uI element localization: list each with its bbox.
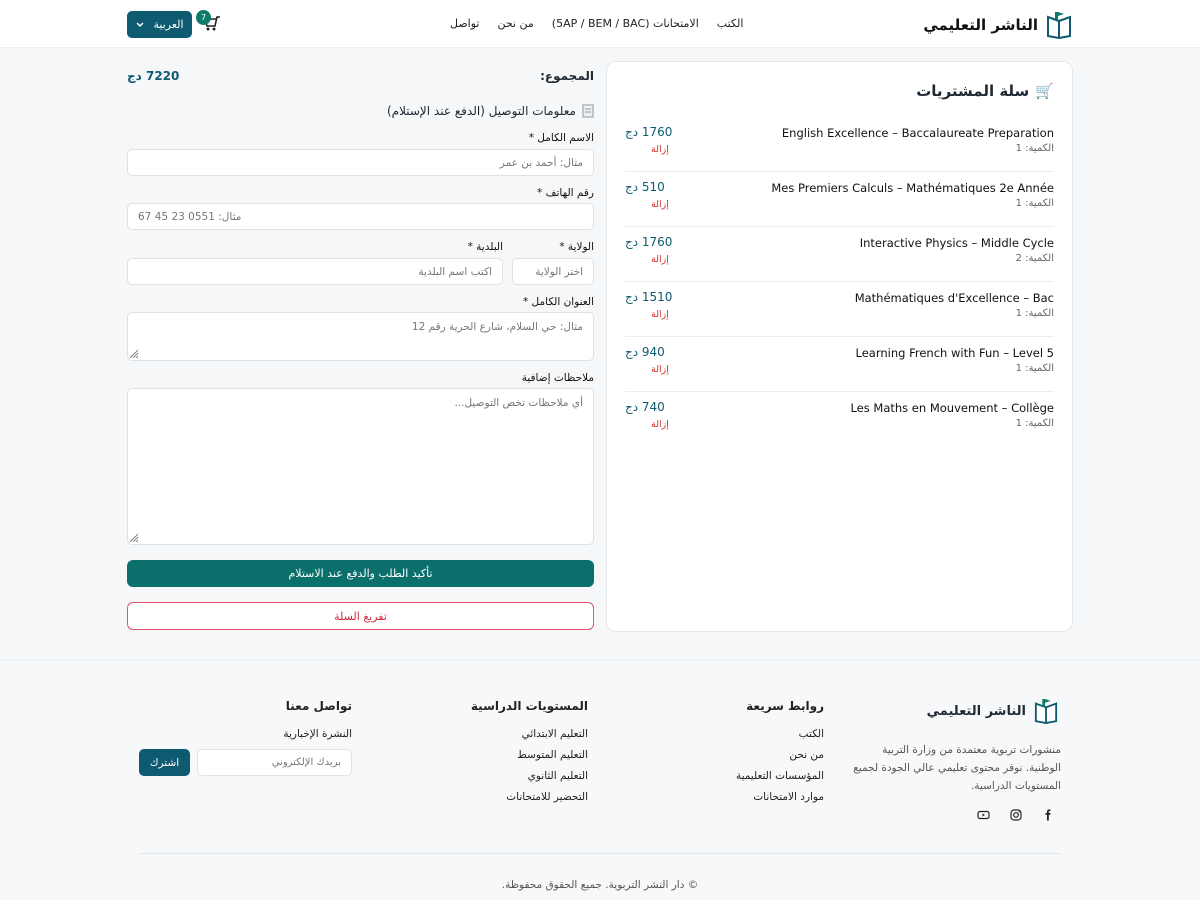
newsletter-label: النشرة الإخبارية — [283, 728, 352, 740]
social-links — [977, 809, 1054, 821]
item-name: Interactive Physics – Middle Cycle — [859, 236, 1054, 250]
receipt-icon — [582, 104, 594, 118]
full-name-input[interactable]: مثال: أحمد بن عمر — [127, 149, 594, 176]
cart-item: Mes Premiers Calculs – Mathématiques 2e … — [625, 172, 1054, 227]
item-price: 510 دج — [625, 180, 665, 194]
cart-item: English Excellence – Baccalaureate Prepa… — [625, 117, 1054, 172]
item-name: English Excellence – Baccalaureate Prepa… — [781, 126, 1054, 140]
main-nav: الكتب الامتحانات (5AP / BEM / BAC) من نح… — [450, 17, 743, 30]
notes-label: ملاحظات إضافية — [521, 372, 594, 384]
resize-grip-icon[interactable] — [130, 350, 138, 358]
notes-textarea[interactable]: أي ملاحظات تخص التوصيل... — [127, 388, 594, 545]
footer-description: منشورات تربوية معتمدة من وزارة التربية ا… — [853, 744, 1061, 792]
commune-input[interactable]: اكتب اسم البلدية — [127, 258, 503, 285]
brand-name: الناشر التعليمي — [923, 16, 1038, 34]
resize-grip-icon[interactable] — [130, 534, 138, 542]
item-quantity: الكمية: 1 — [1015, 418, 1054, 429]
wilaya-label: الولاية * — [559, 241, 594, 253]
quick-links-title: روابط سريعة — [746, 699, 824, 713]
item-name: Mathématiques d'Excellence – Bac — [854, 291, 1054, 305]
address-placeholder: مثال: حي السلام، شارع الحرية رقم 12 — [411, 321, 583, 333]
nav-item-about[interactable]: من نحن — [497, 17, 533, 30]
cart-item: Les Maths en Mouvement – Collège الكمية:… — [625, 392, 1054, 447]
chevron-down-icon — [136, 21, 144, 27]
commune-label: البلدية * — [467, 241, 503, 253]
brand[interactable]: الناشر التعليمي — [923, 11, 1072, 39]
confirm-order-button[interactable]: تأكيد الطلب والدفع عند الاستلام — [127, 560, 594, 587]
cart-title-icon: 🛒 — [1035, 82, 1054, 100]
quick-links-column: روابط سريعة الكتب من نحن المؤسسات التعلي… — [736, 699, 824, 812]
cart-item: Learning French with Fun – Level 5 الكمي… — [625, 337, 1054, 392]
facebook-icon[interactable] — [1042, 809, 1054, 821]
notes-placeholder: أي ملاحظات تخص التوصيل... — [454, 397, 583, 409]
address-label: العنوان الكامل * — [522, 296, 594, 308]
footer-brand[interactable]: الناشر التعليمي — [927, 697, 1058, 725]
item-quantity: الكمية: 1 — [1015, 198, 1054, 209]
footer: الناشر التعليمي منشورات تربوية معتمدة من… — [0, 660, 1200, 900]
footer-divider — [139, 853, 1061, 854]
remove-item-button[interactable]: إزالة — [651, 144, 669, 155]
item-name: Learning French with Fun – Level 5 — [855, 346, 1054, 360]
item-name: Les Maths en Mouvement – Collège — [850, 401, 1054, 415]
cart-item: Interactive Physics – Middle Cycle الكمي… — [625, 227, 1054, 282]
cart-count-badge: 7 — [196, 10, 211, 25]
subscribe-button[interactable]: اشترك — [139, 749, 190, 776]
clear-cart-button[interactable]: تفريغ السلة — [127, 602, 594, 630]
total-value: 7220 دج — [127, 69, 180, 83]
item-price: 740 دج — [625, 400, 665, 414]
footer-brand-name: الناشر التعليمي — [926, 703, 1026, 719]
total-label: المجموع: — [540, 69, 594, 83]
youtube-icon[interactable] — [977, 809, 990, 821]
item-price: 1510 دج — [625, 290, 673, 304]
book-logo-icon — [1047, 12, 1071, 39]
remove-item-button[interactable]: إزالة — [651, 199, 669, 210]
contact-title: تواصل معنا — [285, 699, 352, 713]
footer-link-institutions[interactable]: المؤسسات التعليمية — [736, 770, 824, 782]
instagram-icon[interactable] — [1010, 809, 1022, 821]
item-price: 1760 دج — [625, 125, 673, 139]
item-quantity: الكمية: 1 — [1015, 143, 1054, 154]
footer-link-books[interactable]: الكتب — [736, 728, 824, 740]
wilaya-select[interactable]: اختر الولاية — [512, 258, 594, 285]
item-name: Mes Premiers Calculs – Mathématiques 2e … — [771, 181, 1054, 195]
phone-label: رقم الهاتف * — [537, 187, 594, 199]
nav-item-contact[interactable]: تواصل — [450, 17, 479, 30]
book-logo-icon — [1034, 699, 1058, 724]
top-header: الناشر التعليمي الكتب الامتحانات (5AP / … — [0, 0, 1200, 48]
footer-link-exam-prep[interactable]: التحضير للامتحانات — [471, 791, 588, 803]
delivery-section-title: معلومات التوصيل (الدفع عند الإستلام) — [387, 104, 594, 118]
item-quantity: الكمية: 1 — [1015, 308, 1054, 319]
levels-title: المستويات الدراسية — [470, 699, 588, 713]
cart-panel: 🛒 سلة المشتريات English Excellence – Bac… — [606, 61, 1073, 632]
language-label: العربية — [153, 18, 184, 31]
footer-link-exam-resources[interactable]: موارد الامتحانات — [736, 791, 824, 803]
item-price: 1760 دج — [625, 235, 673, 249]
cart-title: 🛒 سلة المشتريات — [916, 82, 1054, 100]
footer-link-primary[interactable]: التعليم الابتدائي — [471, 728, 588, 740]
remove-item-button[interactable]: إزالة — [651, 309, 669, 320]
remove-item-button[interactable]: إزالة — [651, 419, 669, 430]
full-name-label: الاسم الكامل * — [528, 132, 594, 144]
item-quantity: الكمية: 1 — [1015, 363, 1054, 374]
footer-link-middle[interactable]: التعليم المتوسط — [471, 749, 588, 761]
delivery-section-text: معلومات التوصيل (الدفع عند الإستلام) — [386, 104, 576, 118]
cart-item: Mathématiques d'Excellence – Bac الكمية:… — [625, 282, 1054, 337]
address-textarea[interactable]: مثال: حي السلام، شارع الحرية رقم 12 — [127, 312, 594, 361]
copyright: © دار النشر التربوية. جميع الحقوق محفوظة… — [501, 879, 699, 891]
item-price: 940 دج — [625, 345, 665, 359]
contact-column: تواصل معنا النشرة الإخبارية — [283, 699, 352, 749]
levels-column: المستويات الدراسية التعليم الابتدائي الت… — [471, 699, 588, 812]
item-quantity: الكمية: 2 — [1015, 253, 1054, 264]
newsletter-email-input[interactable]: بريدك الإلكتروني — [197, 749, 352, 776]
nav-item-exams[interactable]: الامتحانات (5AP / BEM / BAC) — [552, 17, 699, 30]
remove-item-button[interactable]: إزالة — [651, 364, 669, 375]
cart-title-text: سلة المشتريات — [916, 82, 1030, 100]
nav-item-books[interactable]: الكتب — [717, 17, 744, 30]
phone-input[interactable]: مثال: 0551 23 45 67 — [127, 203, 594, 230]
footer-link-secondary[interactable]: التعليم الثانوي — [471, 770, 588, 782]
language-select[interactable]: العربية — [127, 11, 192, 38]
remove-item-button[interactable]: إزالة — [651, 254, 669, 265]
footer-link-about[interactable]: من نحن — [736, 749, 824, 761]
